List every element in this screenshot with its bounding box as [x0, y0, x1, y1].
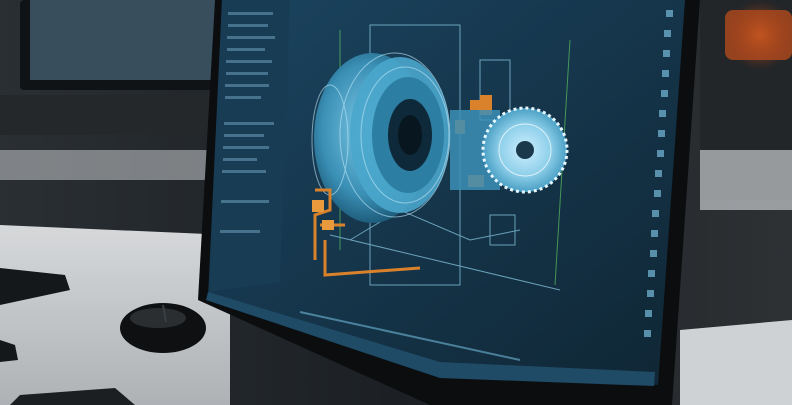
photo-scene — [0, 0, 792, 405]
